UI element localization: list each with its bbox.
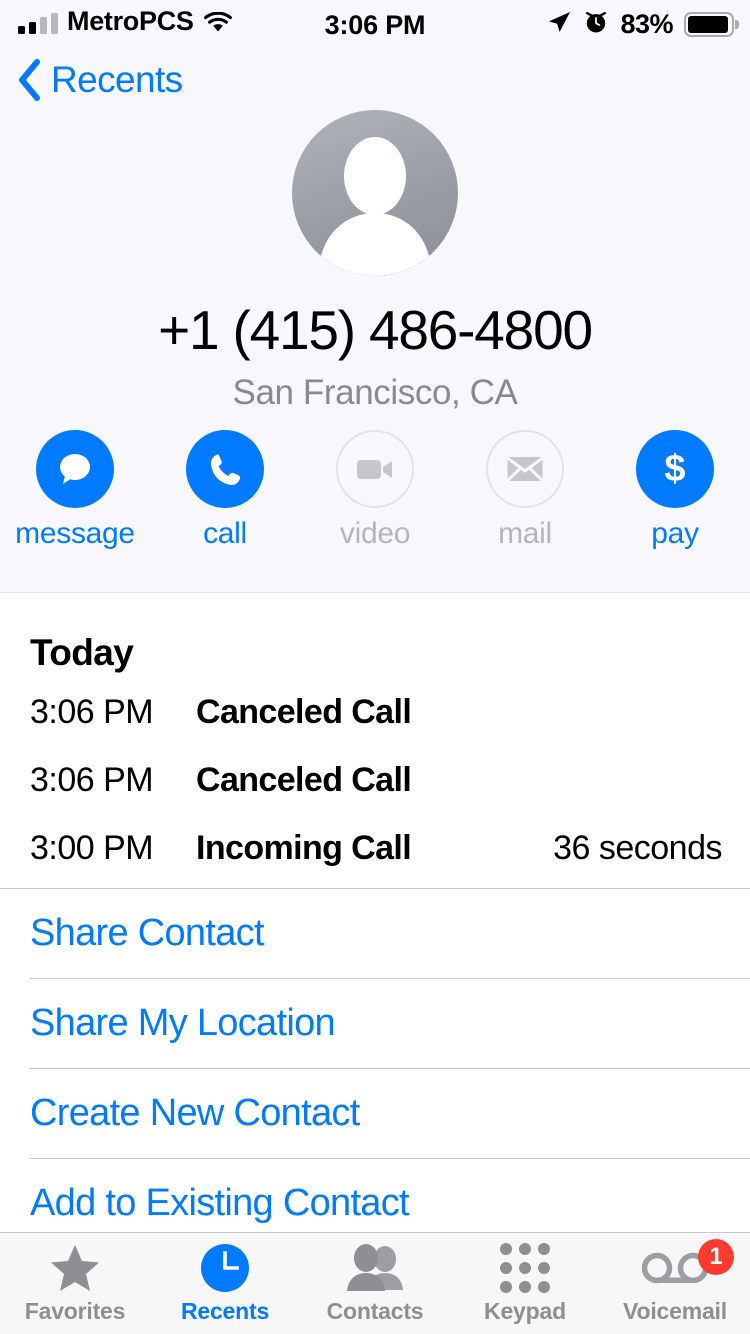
list-item-share-contact[interactable]: Share Contact [0, 889, 750, 978]
alarm-clock-icon [583, 9, 609, 40]
list-item-share-my-location[interactable]: Share My Location [0, 979, 750, 1068]
action-message[interactable]: message [0, 430, 150, 551]
call-type: Incoming Call [196, 828, 412, 867]
clock-icon [200, 1243, 250, 1293]
action-call[interactable]: call [150, 430, 300, 551]
tab-contacts[interactable]: Contacts [300, 1233, 450, 1334]
tab-favorites-label: Favorites [24, 1297, 126, 1324]
action-message-label: message [15, 517, 135, 550]
call-type: Canceled Call [196, 692, 412, 731]
action-mail: mail [450, 430, 600, 551]
message-bubble-icon [36, 430, 114, 508]
action-pay-label: pay [651, 517, 699, 550]
action-video: video [300, 430, 450, 551]
tab-favorites[interactable]: Favorites [0, 1233, 150, 1334]
action-pay[interactable]: $ pay [600, 430, 750, 551]
svg-text:$: $ [664, 448, 685, 490]
history-day-title: Today [30, 632, 134, 673]
phone-handset-icon [186, 430, 264, 508]
action-mail-label: mail [498, 517, 552, 550]
status-bar-right: 83% [546, 9, 739, 40]
contact-location: San Francisco, CA [232, 373, 518, 412]
call-time: 3:06 PM [30, 692, 154, 731]
tab-contacts-label: Contacts [326, 1297, 424, 1324]
contact-header: Recents +1 (415) 486-4800 San Francisco,… [0, 48, 750, 593]
tab-keypad[interactable]: Keypad [450, 1233, 600, 1334]
back-button[interactable]: Recents [16, 58, 183, 102]
table-row: 3:06 PM Canceled Call [0, 682, 750, 742]
voicemail-badge: 1 [698, 1238, 734, 1275]
table-row: 3:00 PM Incoming Call 36 seconds [0, 818, 750, 878]
video-camera-icon [336, 430, 414, 508]
call-type: Canceled Call [196, 760, 412, 799]
tab-recents[interactable]: Recents [150, 1233, 300, 1334]
call-time: 3:00 PM [30, 828, 154, 867]
avatar [292, 110, 458, 276]
phone-contact-screen: MetroPCS 3:06 PM 83% Recents +1 (415) 48… [0, 0, 750, 1334]
tab-keypad-label: Keypad [484, 1297, 566, 1324]
battery-percentage: 83% [620, 9, 673, 39]
dollar-sign-icon: $ [636, 430, 714, 508]
tab-recents-label: Recents [180, 1297, 270, 1324]
default-person-avatar [292, 110, 458, 276]
list-item-create-new-contact[interactable]: Create New Contact [0, 1069, 750, 1158]
action-call-label: call [203, 517, 247, 550]
location-arrow-icon [546, 9, 572, 40]
star-icon [49, 1243, 101, 1293]
envelope-icon [486, 430, 564, 508]
battery-icon [684, 12, 739, 37]
voicemail-icon: 1 [642, 1238, 734, 1293]
contact-action-list: Share Contact Share My Location Create N… [0, 888, 750, 1248]
status-bar: MetroPCS 3:06 PM 83% [0, 0, 750, 48]
tab-voicemail-label: Voicemail [623, 1297, 727, 1324]
call-time: 3:06 PM [30, 760, 154, 799]
quick-actions-row: message call video mail $ pay [0, 430, 750, 551]
chevron-left-icon [16, 58, 42, 102]
back-button-label: Recents [51, 59, 183, 100]
keypad-icon [500, 1242, 550, 1293]
tab-voicemail[interactable]: 1 Voicemail [600, 1233, 750, 1334]
people-icon [346, 1243, 404, 1293]
call-duration: 36 seconds [553, 828, 722, 867]
tab-bar: Favorites Recents Contacts Keypad 1 Voic… [0, 1232, 750, 1334]
action-video-label: video [339, 517, 411, 550]
contact-phone-number: +1 (415) 486-4800 [158, 299, 593, 361]
table-row: 3:06 PM Canceled Call [0, 750, 750, 810]
call-history-section: Today 3:06 PM Canceled Call 3:06 PM Canc… [0, 594, 750, 878]
